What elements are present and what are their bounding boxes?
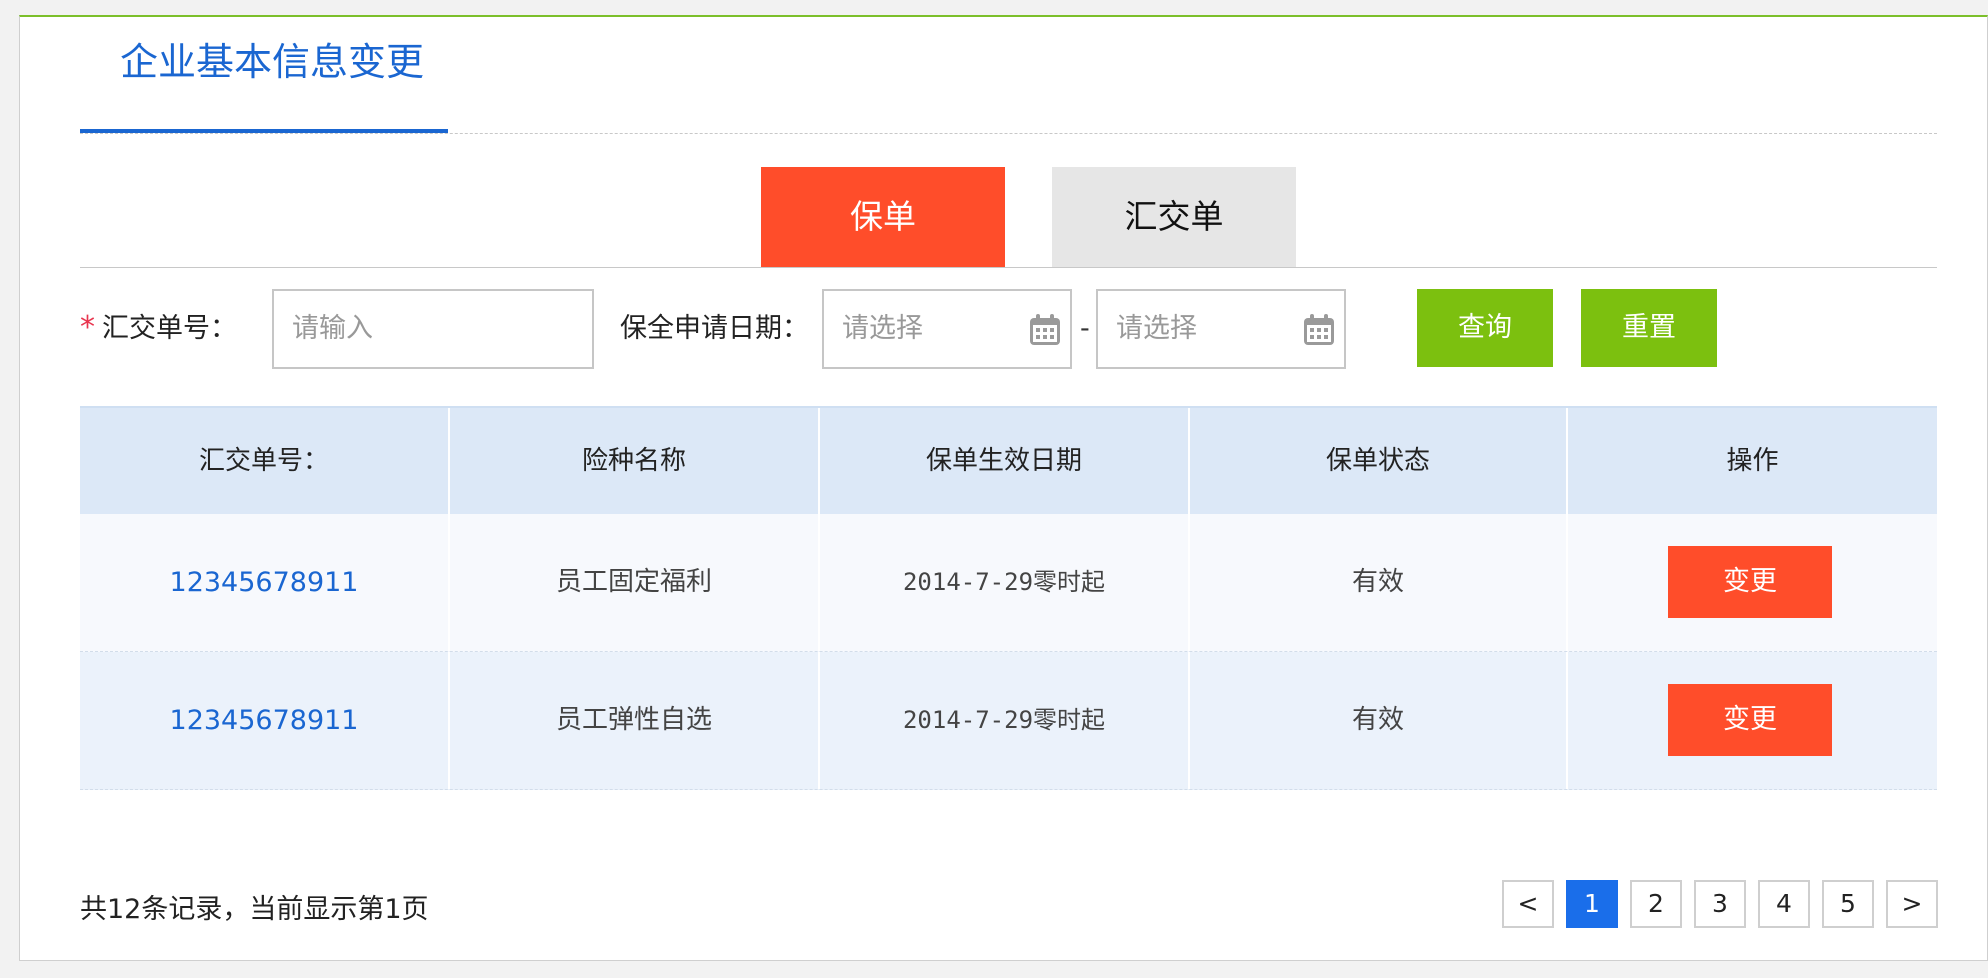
reset-button[interactable]: 重置 [1581, 289, 1717, 367]
search-form: * 汇交单号： 请输入 保全申请日期： 请选择 - 请选择 查询 重置 [80, 289, 1937, 369]
change-button[interactable]: 变更 [1668, 684, 1832, 756]
date-start-input[interactable]: 请选择 [822, 289, 1072, 369]
tab-bar: 保单 汇交单 [80, 167, 1937, 268]
table-header: 汇交单号： 险种名称 保单生效日期 保单状态 操作 [80, 406, 1937, 514]
page-button-2[interactable]: 2 [1630, 880, 1682, 928]
product-name: 员工固定福利 [450, 514, 820, 651]
policy-no-placeholder: 请输入 [292, 313, 373, 344]
page-button-1[interactable]: 1 [1566, 880, 1618, 928]
policy-status: 有效 [1190, 514, 1568, 651]
table-row: 12345678911 员工固定福利 2014-7-29零时起 有效 变更 [80, 514, 1937, 652]
column-header-product: 险种名称 [450, 408, 820, 514]
policy-table: 汇交单号： 险种名称 保单生效日期 保单状态 操作 12345678911 员工… [80, 406, 1937, 790]
effective-date: 2014-7-29零时起 [820, 652, 1190, 789]
date-label: 保全申请日期： [620, 313, 809, 344]
page-button-3[interactable]: 3 [1694, 880, 1746, 928]
calendar-icon[interactable] [1302, 313, 1336, 347]
date-start-placeholder: 请选择 [842, 313, 923, 344]
page-title: 企业基本信息变更 [80, 17, 448, 133]
tab-group-policy[interactable]: 汇交单 [1052, 167, 1296, 267]
page-button-4[interactable]: 4 [1758, 880, 1810, 928]
policy-no-label: 汇交单号： [102, 313, 237, 344]
title-bar: 企业基本信息变更 [80, 17, 1937, 134]
policy-no-link[interactable]: 12345678911 [80, 514, 450, 651]
next-page-button[interactable]: > [1886, 880, 1938, 928]
date-end-placeholder: 请选择 [1116, 313, 1197, 344]
record-summary: 共12条记录，当前显示第1页 [80, 894, 429, 925]
prev-page-button[interactable]: < [1502, 880, 1554, 928]
effective-date: 2014-7-29零时起 [820, 514, 1190, 651]
form-panel: 企业基本信息变更 保单 汇交单 * 汇交单号： 请输入 保全申请日期： 请选择 [19, 15, 1988, 961]
column-header-status: 保单状态 [1190, 408, 1568, 514]
change-button[interactable]: 变更 [1668, 546, 1832, 618]
column-header-action: 操作 [1726, 446, 1779, 476]
date-end-input[interactable]: 请选择 [1096, 289, 1346, 369]
table-row: 12345678911 员工弹性自选 2014-7-29零时起 有效 变更 [80, 652, 1937, 790]
page-button-5[interactable]: 5 [1822, 880, 1874, 928]
query-button[interactable]: 查询 [1417, 289, 1553, 367]
action-cell: 变更 [1568, 652, 1937, 789]
tab-policy[interactable]: 保单 [761, 167, 1005, 267]
policy-status: 有效 [1190, 652, 1568, 789]
column-header-policy-no: 汇交单号： [80, 408, 450, 514]
policy-no-input[interactable]: 请输入 [272, 289, 594, 369]
pagination: < 1 2 3 4 5 > [1502, 880, 1938, 932]
required-mark: * [80, 310, 95, 345]
product-name: 员工弹性自选 [450, 652, 820, 789]
column-header-effective-date: 保单生效日期 [820, 408, 1190, 514]
policy-no-link[interactable]: 12345678911 [80, 652, 450, 789]
date-separator: - [1080, 313, 1090, 344]
action-cell: 变更 [1568, 514, 1937, 651]
calendar-icon[interactable] [1028, 313, 1062, 347]
